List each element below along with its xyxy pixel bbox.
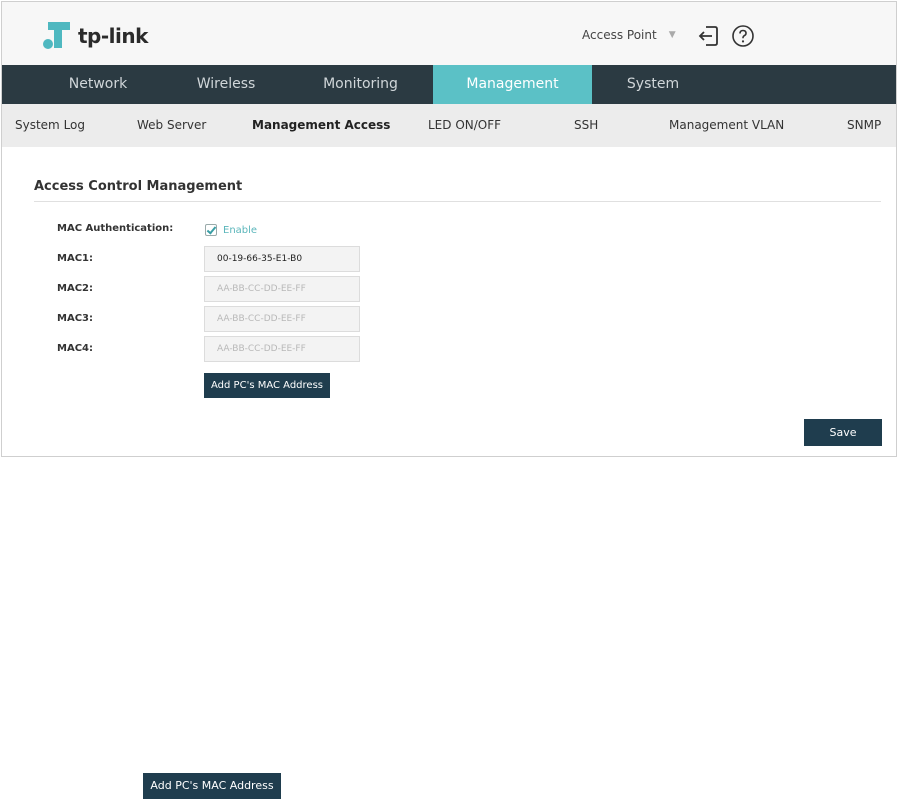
mac-authentication-label: MAC Authentication:	[57, 223, 174, 234]
mac2-label: MAC2:	[57, 283, 93, 294]
subtab-system-log[interactable]: System Log	[15, 104, 85, 147]
mac3-input[interactable]	[204, 306, 360, 332]
mac4-label: MAC4:	[57, 343, 93, 354]
save-button[interactable]: Save	[804, 419, 882, 446]
enable-label: Enable	[223, 224, 258, 236]
mac1-label: MAC1:	[57, 253, 93, 264]
subtab-management-access[interactable]: Management Access	[252, 104, 390, 147]
help-button[interactable]	[731, 24, 755, 48]
enable-checkbox-group[interactable]: Enable	[205, 224, 257, 236]
chevron-down-icon: ▼	[668, 30, 676, 40]
section-divider	[34, 201, 881, 202]
help-icon	[732, 25, 754, 47]
logo-text: tp-link	[78, 24, 148, 48]
app-window: tp-link Access Point ▼ Network Wireless …	[1, 1, 897, 457]
tp-link-logo: tp-link	[40, 18, 148, 54]
mac2-input[interactable]	[204, 276, 360, 302]
tab-monitoring[interactable]: Monitoring	[288, 65, 433, 104]
mode-select[interactable]: Access Point ▼	[582, 28, 676, 42]
header: tp-link Access Point ▼	[2, 2, 896, 65]
mode-select-value: Access Point	[582, 28, 657, 42]
add-pc-mac-address-button-callout[interactable]: Add PC's MAC Address	[143, 773, 281, 799]
tab-wireless[interactable]: Wireless	[164, 65, 288, 104]
subtab-web-server[interactable]: Web Server	[137, 104, 206, 147]
logout-icon	[698, 26, 718, 46]
subtab-led-on-off[interactable]: LED ON/OFF	[428, 104, 501, 147]
tab-system[interactable]: System	[592, 65, 714, 104]
main-nav: Network Wireless Monitoring Management S…	[2, 65, 896, 104]
logout-button[interactable]	[696, 24, 720, 48]
subtab-management-vlan[interactable]: Management VLAN	[669, 104, 784, 147]
tab-management[interactable]: Management	[433, 65, 592, 104]
add-pc-mac-address-button[interactable]: Add PC's MAC Address	[204, 373, 330, 398]
enable-checkbox[interactable]	[205, 224, 217, 236]
tab-network[interactable]: Network	[32, 65, 164, 104]
logo-mark-icon	[43, 22, 70, 49]
subtab-snmp[interactable]: SNMP	[847, 104, 881, 147]
mac1-input[interactable]	[204, 246, 360, 272]
sub-nav: System Log Web Server Management Access …	[2, 104, 896, 147]
mac3-label: MAC3:	[57, 313, 93, 324]
subtab-ssh[interactable]: SSH	[574, 104, 598, 147]
mac4-input[interactable]	[204, 336, 360, 362]
section-title: Access Control Management	[34, 179, 243, 194]
